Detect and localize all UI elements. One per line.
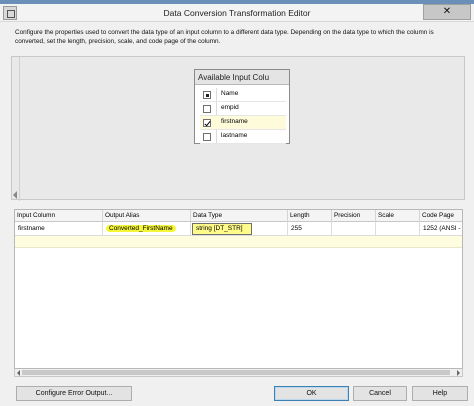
scroll-thumb[interactable] (22, 370, 450, 375)
column-item-lastname[interactable]: lastname (200, 130, 286, 144)
conversion-grid: Input Column Output Alias Data Type Leng… (14, 209, 463, 369)
cell-length[interactable]: 255 (288, 222, 332, 236)
table-row[interactable]: firstname Converted_FirstName string [DT… (15, 222, 462, 236)
column-item-label: firstname (221, 118, 248, 125)
column-item-firstname[interactable]: firstname (200, 116, 286, 130)
cell-input-column[interactable]: firstname (15, 222, 103, 236)
configure-error-output-button[interactable]: Configure Error Output... (16, 386, 132, 401)
select-all-row: Name (200, 88, 286, 102)
designer-surface: Available Input Colu Name empid firstnam… (11, 56, 465, 201)
header-length[interactable]: Length (288, 210, 332, 222)
available-columns-list: Name empid firstname lastname (200, 88, 286, 144)
column-item-empid[interactable]: empid (200, 102, 286, 116)
scroll-left-icon[interactable] (17, 370, 20, 376)
close-icon: ✕ (442, 6, 452, 17)
cancel-button[interactable]: Cancel (353, 386, 407, 401)
empid-checkbox[interactable] (203, 105, 211, 113)
close-button[interactable]: ✕ (423, 4, 471, 20)
header-code-page[interactable]: Code Page (420, 210, 462, 222)
select-all-checkbox[interactable] (203, 91, 211, 99)
title-bar: Data Conversion Transformation Editor ✕ (0, 4, 474, 22)
cell-scale[interactable] (376, 222, 420, 236)
help-button[interactable]: Help (412, 386, 468, 401)
header-input-column[interactable]: Input Column (15, 210, 103, 222)
column-item-label: empid (221, 104, 239, 111)
description-text: Configure the properties used to convert… (15, 29, 434, 45)
scroll-right-icon[interactable] (457, 370, 460, 376)
header-output-alias[interactable]: Output Alias (103, 210, 191, 222)
grid-header: Input Column Output Alias Data Type Leng… (15, 210, 462, 222)
name-header: Name (221, 90, 239, 97)
column-item-label: lastname (221, 132, 248, 139)
cell-output-alias[interactable]: Converted_FirstName (103, 222, 191, 236)
cell-precision[interactable] (332, 222, 376, 236)
data-type-dropdown[interactable]: string [DT_STR] (192, 223, 252, 235)
horizontal-scrollbar[interactable] (14, 369, 463, 377)
output-alias-value: Converted_FirstName (106, 225, 176, 232)
cell-data-type[interactable]: string [DT_STR] (191, 222, 288, 236)
firstname-checkbox[interactable] (203, 119, 211, 127)
header-precision[interactable]: Precision (332, 210, 376, 222)
collapse-arrow-icon[interactable] (13, 191, 17, 199)
new-row[interactable] (15, 236, 462, 248)
header-scale[interactable]: Scale (376, 210, 420, 222)
window-title: Data Conversion Transformation Editor (163, 8, 311, 18)
available-input-columns-box: Available Input Colu Name empid firstnam… (194, 69, 290, 144)
available-columns-title: Available Input Colu (195, 70, 289, 85)
header-data-type[interactable]: Data Type (191, 210, 288, 222)
lastname-checkbox[interactable] (203, 133, 211, 141)
designer-divider (19, 57, 20, 201)
ok-button[interactable]: OK (274, 386, 349, 401)
cell-code-page[interactable]: 1252 (ANSI - La (420, 222, 462, 236)
